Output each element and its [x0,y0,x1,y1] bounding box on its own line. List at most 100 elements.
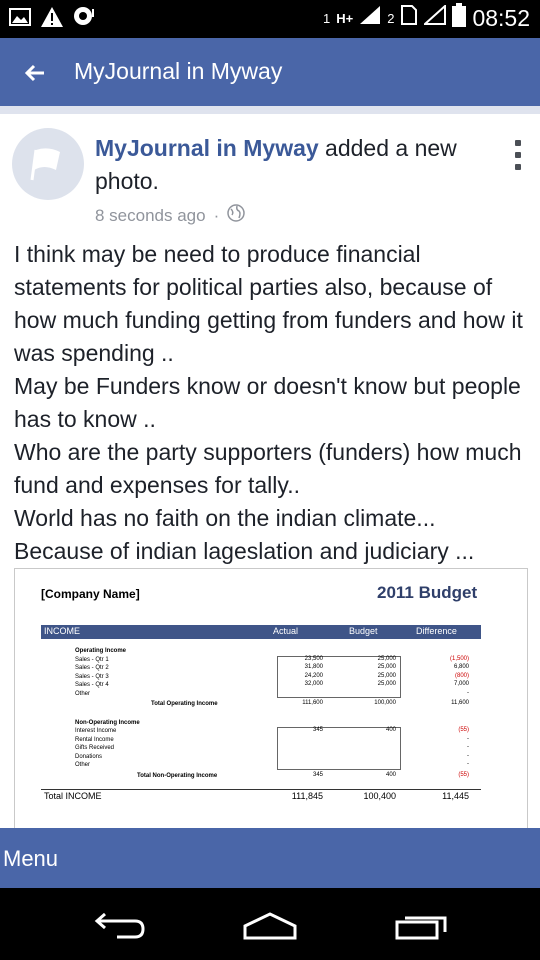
post-author-link[interactable]: MyJournal in Myway [95,135,319,161]
budget-budget: 25,000 [377,664,396,670]
budget-actual: 24,200 [304,672,323,679]
budget-difference: - [467,744,469,751]
post-header: MyJournal in Myway added a new photo. [95,132,495,198]
post-text-line: Because of indian lageslation and judici… [14,538,475,564]
budget-row-label: Donations [75,753,103,760]
total-non-operating-budget: 400 [385,771,396,778]
budget-difference: (800) [454,672,469,679]
budget-difference: - [467,761,469,768]
header-budget: Budget [349,626,378,636]
meta-separator: · [213,205,220,225]
more-options-button[interactable] [508,140,528,170]
dot-icon [515,164,521,170]
nav-recents-button[interactable] [392,906,452,944]
post-timestamp[interactable]: 8 seconds ago [95,206,206,226]
back-button[interactable] [22,60,48,86]
total-divider [41,788,481,790]
status-bar: 1 H+ 2 08:52 [0,0,540,38]
budget-actual: 32,000 [304,681,323,687]
app-bar: MyJournal in Myway [0,38,540,106]
total-income-budget: 100,400 [363,790,396,801]
budget-row-label: Interest Income [75,728,117,735]
budget-difference: 7,000 [453,681,469,687]
total-operating-label: Total Operating Income [151,701,218,707]
clock: 08:52 [472,4,530,31]
budget-row-label: Sales - Qtr 4 [75,682,109,688]
total-non-operating-label: Total Non-Operating Income [137,772,218,779]
home-nav-icon [243,912,297,940]
battery-icon [452,3,467,33]
network-type: H+ [336,10,354,26]
post-photo[interactable]: [Company Name] 2011 Budget INCOME Actual… [14,568,528,828]
flag-icon [30,148,60,181]
system-nav-bar [0,888,540,960]
budget-row-label: Other [75,762,91,769]
chat-icon [72,5,96,29]
budget-difference: (1,500) [449,655,469,662]
arrow-left-icon [24,64,44,82]
nav-home-button[interactable] [240,906,300,944]
budget-row-label: Sales - Qtr 2 [75,665,109,671]
budget-header-row: INCOME Actual Budget Difference [41,625,481,639]
post-text-line: May be Funders know or doesn't know but … [14,373,521,432]
non-operating-grid [277,727,401,770]
budget-row-label: Sales - Qtr 1 [75,656,109,663]
budget-title: 2011 Budget [377,583,478,602]
budget-actual: 31,800 [304,664,323,670]
no-sim-icon [400,4,418,32]
total-operating-budget: 100,000 [374,700,396,706]
warning-icon [40,5,64,29]
budget-budget: 25,000 [377,681,396,687]
budget-row-label: Sales - Qtr 3 [75,673,109,680]
avatar[interactable] [12,128,84,200]
budget-actual: 345 [312,727,323,734]
back-nav-icon [94,912,145,939]
total-income-label: Total INCOME [44,790,102,801]
budget-difference: 6,800 [453,664,469,670]
budget-difference: - [467,735,469,742]
menu-button[interactable]: Menu [3,846,58,872]
budget-row-label: Gifts Received [75,745,115,752]
divider [0,106,540,114]
system-indicators: 1 H+ 2 08:52 [323,3,530,33]
header-income: INCOME [44,626,80,636]
post-text-line: World has no faith on the indian climate… [14,505,436,531]
post-card: MyJournal in Myway added a new photo. 8 … [0,114,540,828]
total-income-actual: 111,845 [291,790,323,801]
budget-budget: 25,000 [377,672,396,679]
budget-actual: 23,500 [304,655,323,662]
recents-nav-icon [395,916,447,940]
post-text: I think may be need to produce financial… [14,238,534,568]
post-text-line: Who are the party supporters (funders) h… [14,439,522,498]
sim-1-label: 1 [322,10,331,26]
signal-icon [422,3,447,31]
post-text-line: I think may be need to produce financial… [14,241,523,366]
budget-difference: - [467,689,469,696]
operating-label: Operating Income [75,648,127,654]
header-difference: Difference [416,626,457,636]
budget-difference: - [467,752,469,759]
budget-budget: 25,000 [377,655,396,662]
budget-sheet: [Company Name] 2011 Budget INCOME Actual… [41,577,481,828]
gallery-icon [8,5,32,29]
menu-bar[interactable]: Menu [0,828,540,888]
budget-difference: (55) [458,727,469,734]
page-title: MyJournal in Myway [74,58,283,84]
nav-back-button[interactable] [90,906,150,944]
dot-icon [515,152,521,158]
dot-icon [515,140,521,146]
total-non-operating-difference: (55) [458,771,469,778]
signal-icon [359,5,381,31]
budget-budget: 400 [385,727,396,734]
post-meta: 8 seconds ago · [95,204,246,227]
company-name: [Company Name] [41,587,140,601]
budget-row-label: Other [75,690,91,697]
total-operating-difference: 11,600 [451,700,469,706]
globe-icon [227,204,246,227]
budget-row-label: Rental Income [75,736,114,743]
total-operating-actual: 111,600 [302,700,323,706]
header-actual: Actual [273,626,299,636]
notification-icons [8,5,96,29]
non-operating-label: Non-Operating Income [75,719,140,726]
total-income-difference: 11,445 [442,790,469,801]
